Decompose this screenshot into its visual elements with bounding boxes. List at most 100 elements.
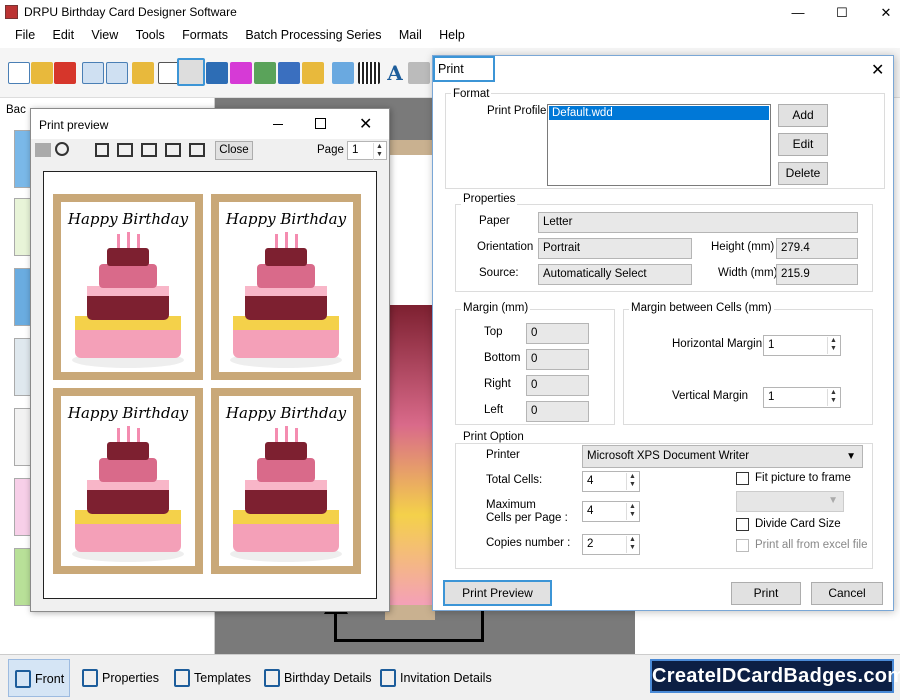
tab-invitation-details[interactable]: Invitation Details [374,659,498,697]
spinner-arrows-icon[interactable]: ▲ ▼ [626,503,638,520]
print-all-label: Print all from excel file [755,539,868,551]
barcode-icon[interactable] [358,62,380,84]
menu-file[interactable]: File [8,25,42,45]
fit-picture-checkbox[interactable] [736,472,749,485]
printer-value: Microsoft XPS Document Writer [587,450,750,462]
minimize-icon[interactable] [273,124,283,125]
horizontal-margin-spinner[interactable]: 1 ▲ ▼ [763,335,841,356]
print-dialog: Print ✕ Format Print Profile Default.wdd… [432,55,894,611]
shapes-icon[interactable] [302,62,324,84]
batch-icon[interactable] [206,62,228,84]
menu-tools[interactable]: Tools [129,25,172,45]
wordart-icon[interactable] [332,62,354,84]
chevron-down-icon: ▼ [846,451,856,462]
delete-profile-button[interactable]: Delete [778,162,828,185]
print-button[interactable]: Print [731,582,801,605]
print-profile-label: Print Profile [487,105,547,117]
save-icon[interactable] [82,62,104,84]
menu-formats[interactable]: Formats [175,25,235,45]
printer-select[interactable]: Microsoft XPS Document Writer ▼ [582,445,863,468]
height-field: 279.4 [776,238,858,259]
paper-label: Paper [479,215,510,227]
pen-icon[interactable] [278,62,300,84]
preview-close-button[interactable]: Close [215,141,253,160]
app-title-bar: DRPU Birthday Card Designer Software — ☐… [0,0,900,25]
brand-logo: CreateIDCardBadges.com [650,659,900,693]
minimize-button[interactable]: — [776,0,820,25]
tab-properties-label: Properties [102,671,159,685]
right-margin-field[interactable]: 0 [526,375,589,396]
templates-icon [174,669,190,687]
bottom-margin-field[interactable]: 0 [526,349,589,370]
maximize-button[interactable]: ☐ [820,0,864,25]
top-label: Top [484,326,503,338]
close-icon[interactable]: ✕ [871,60,884,80]
text-icon[interactable]: A [384,62,406,84]
print-icon[interactable] [177,58,205,86]
open-icon[interactable] [31,62,53,84]
menu-edit[interactable]: Edit [46,25,82,45]
preview-page: Happy Birthday Happy Birthday Happy Birt… [43,171,377,599]
menu-help[interactable]: Help [432,25,472,45]
orientation-label: Orientation [477,241,534,253]
edit-profile-button[interactable]: Edit [778,133,828,156]
background-panel-label: Bac [6,104,26,116]
cancel-button[interactable]: Cancel [811,582,883,605]
vertical-margin-value: 1 [768,391,775,403]
menu-mail[interactable]: Mail [392,25,429,45]
tab-birthday-details[interactable]: Birthday Details [258,659,372,697]
total-cells-label: Total Cells: [486,474,543,486]
print-preview-button[interactable]: Print Preview [443,580,552,606]
four-pages-icon[interactable] [165,143,181,157]
width-label: Width (mm) [718,267,778,279]
export-icon[interactable] [132,62,154,84]
six-pages-icon[interactable] [189,143,205,157]
tab-templates[interactable]: Templates [168,659,252,697]
spinner-arrows-icon[interactable]: ▲ ▼ [827,389,839,406]
left-margin-field[interactable]: 0 [526,401,589,422]
spinner-arrows-icon[interactable]: ▲ ▼ [626,536,638,553]
print-profile-list[interactable]: Default.wdd [547,104,771,186]
spinner-arrows-icon[interactable]: ▲ ▼ [626,473,638,490]
copies-spinner[interactable]: 2 ▲ ▼ [582,534,640,555]
spinner-arrows-icon[interactable]: ▲ ▼ [827,337,839,354]
front-icon [15,670,31,688]
source-label: Source: [479,267,519,279]
max-cells-spinner[interactable]: 4 ▲ ▼ [582,501,640,522]
card-preview: Happy Birthday [53,388,203,574]
menu-batch-processing[interactable]: Batch Processing Series [238,25,388,45]
divide-card-checkbox[interactable] [736,518,749,531]
close-icon[interactable]: ✕ [359,114,372,134]
gift-icon[interactable] [230,62,252,84]
tab-invitation-details-label: Invitation Details [400,671,492,685]
top-margin-field[interactable]: 0 [526,323,589,344]
fit-picture-label: Fit picture to frame [755,472,851,484]
add-profile-button[interactable]: Add [778,104,828,127]
maximize-icon[interactable] [315,118,326,129]
printer-icon[interactable] [35,143,51,157]
one-page-icon[interactable] [95,143,109,157]
print-dialog-title-text: Print [438,62,464,76]
vertical-margin-spinner[interactable]: 1 ▲ ▼ [763,387,841,408]
zoom-icon[interactable] [55,142,69,156]
tab-front[interactable]: Front [8,659,70,697]
image-icon[interactable] [254,62,276,84]
save-as-icon[interactable] [106,62,128,84]
tab-properties[interactable]: Properties [76,659,162,697]
total-cells-spinner[interactable]: 4 ▲ ▼ [582,471,640,492]
cake-image [72,426,184,562]
print-preview-title-bar: Print preview ✕ [31,109,389,139]
ruler-icon[interactable] [408,62,430,84]
cake-image [385,305,435,605]
spinner-arrows-icon[interactable]: ▲ ▼ [373,143,385,160]
menu-view[interactable]: View [84,25,125,45]
page-spinner[interactable]: 1 ▲ ▼ [347,141,387,160]
close-file-icon[interactable] [54,62,76,84]
format-legend: Format [451,88,492,100]
print-profile-item-selected[interactable]: Default.wdd [549,106,769,120]
height-label: Height (mm) [711,241,775,253]
close-button[interactable]: ✕ [864,0,900,25]
new-icon[interactable] [8,62,30,84]
three-pages-icon[interactable] [141,143,157,157]
two-pages-icon[interactable] [117,143,133,157]
